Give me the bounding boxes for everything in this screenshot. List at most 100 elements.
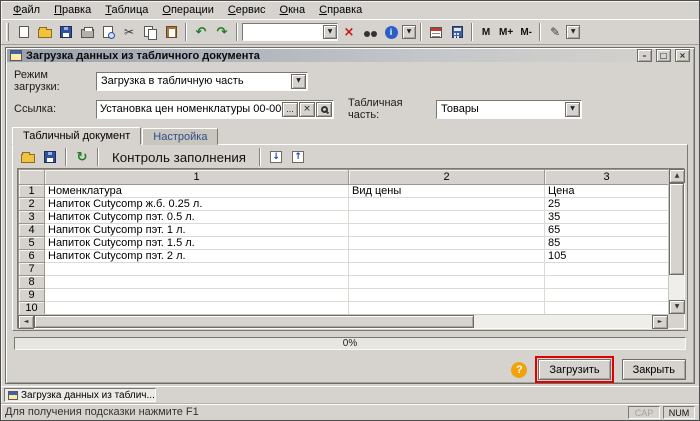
grid-cell[interactable]: 105 xyxy=(544,249,669,263)
memory-plus-button[interactable]: M+ xyxy=(496,23,516,41)
load-mode-select[interactable]: Загрузка в табличную часть ▼ xyxy=(96,71,308,91)
memory-minus-button[interactable]: M- xyxy=(517,23,535,41)
row-number[interactable]: 8 xyxy=(18,275,45,289)
row-number[interactable]: 1 xyxy=(18,184,45,198)
chevron-down-icon[interactable]: ▼ xyxy=(323,25,337,39)
paste-icon[interactable] xyxy=(161,22,181,42)
menu-edit[interactable]: Правка xyxy=(48,3,97,17)
print-icon[interactable] xyxy=(77,22,97,42)
column-header[interactable]: 2 xyxy=(348,169,545,185)
grid-cell[interactable] xyxy=(348,197,545,211)
vertical-scroll-thumb[interactable] xyxy=(669,183,684,275)
menu-service[interactable]: Сервис xyxy=(222,3,272,17)
link-open-button[interactable] xyxy=(316,101,332,117)
grid-cell[interactable] xyxy=(348,262,545,276)
horizontal-scroll-thumb[interactable] xyxy=(34,315,474,328)
info-dropdown-icon[interactable]: ▼ xyxy=(402,25,416,39)
row-number[interactable]: 2 xyxy=(18,197,45,211)
horizontal-scrollbar[interactable]: ◄ ► xyxy=(18,314,668,329)
grid-cell[interactable]: Номенклатура xyxy=(44,184,349,198)
help-icon[interactable]: ? xyxy=(511,361,528,378)
minimize-button[interactable]: – xyxy=(637,49,652,62)
grid-cell[interactable] xyxy=(544,262,669,276)
grid-cell[interactable]: Напиток Cutycomp пэт. 2 л. xyxy=(44,249,349,263)
menu-windows[interactable]: Окна xyxy=(274,3,312,17)
vertical-scrollbar[interactable]: ▲ ▼ xyxy=(668,169,685,314)
fill-control-button[interactable]: Контроль заполнения xyxy=(104,148,255,166)
grid-cell[interactable]: 25 xyxy=(544,197,669,211)
grid-cell[interactable]: 35 xyxy=(544,210,669,224)
corner-cell[interactable] xyxy=(18,169,45,185)
load-button[interactable]: Загрузить xyxy=(538,359,611,380)
vertical-scroll-track[interactable] xyxy=(669,275,684,300)
link-field[interactable]: Установка цен номенклатуры 00-00000 ... … xyxy=(96,99,334,119)
row-number[interactable]: 7 xyxy=(18,262,45,276)
info-icon[interactable]: i xyxy=(381,22,401,42)
row-number[interactable]: 4 xyxy=(18,223,45,237)
scroll-right-icon[interactable]: ► xyxy=(652,315,668,329)
column-header[interactable]: 1 xyxy=(44,169,349,185)
grid-cell[interactable] xyxy=(44,262,349,276)
row-number[interactable]: 3 xyxy=(18,210,45,224)
toolbar-more-dropdown-icon[interactable]: ▼ xyxy=(566,25,581,39)
clear-icon[interactable]: × xyxy=(339,22,359,42)
menu-table[interactable]: Таблица xyxy=(99,3,154,17)
grid-cell[interactable] xyxy=(348,275,545,289)
close-button[interactable]: Закрыть xyxy=(621,359,686,380)
grid-cell[interactable] xyxy=(44,288,349,302)
calculator-icon[interactable] xyxy=(447,22,467,42)
cut-icon[interactable]: ✂ xyxy=(119,22,139,42)
import-icon[interactable]: ↓ xyxy=(266,147,286,167)
tab-spreadsheet[interactable]: Табличный документ xyxy=(12,127,142,145)
edit-pen-icon[interactable]: ✎ xyxy=(545,22,565,42)
grid-cell[interactable] xyxy=(348,210,545,224)
menu-help[interactable]: Справка xyxy=(313,3,368,17)
link-choose-button[interactable]: ... xyxy=(282,101,298,117)
dialog-titlebar[interactable]: Загрузка данных из табличного документа … xyxy=(7,49,693,62)
grid-cell[interactable] xyxy=(44,301,349,315)
chevron-down-icon[interactable]: ▼ xyxy=(565,101,580,117)
grid-cell[interactable] xyxy=(544,275,669,289)
row-number[interactable]: 6 xyxy=(18,249,45,263)
calendar-icon[interactable] xyxy=(426,22,446,42)
save-file-icon[interactable] xyxy=(40,147,60,167)
grid-cell[interactable]: Напиток Cutycomp пэт. 1 л. xyxy=(44,223,349,237)
copy-icon[interactable] xyxy=(140,22,160,42)
grid-cell[interactable]: Напиток Cutycomp пэт. 0.5 л. xyxy=(44,210,349,224)
grid-cell[interactable] xyxy=(348,288,545,302)
grid-cell[interactable]: 65 xyxy=(544,223,669,237)
open-file-icon[interactable] xyxy=(18,147,38,167)
grid-cell[interactable]: Вид цены xyxy=(348,184,545,198)
export-icon[interactable]: ↑ xyxy=(288,147,308,167)
scroll-up-icon[interactable]: ▲ xyxy=(669,169,685,183)
taskbar-item[interactable]: Загрузка данных из таблич... xyxy=(4,388,156,402)
grid-cell[interactable] xyxy=(544,288,669,302)
tab-settings[interactable]: Настройка xyxy=(142,128,219,145)
horizontal-scroll-track[interactable] xyxy=(474,315,652,328)
grid-cell[interactable]: Напиток Cutycomp ж.б. 0.25 л. xyxy=(44,197,349,211)
grid-cell[interactable]: Напиток Cutycomp пэт. 1.5 л. xyxy=(44,236,349,250)
grid-cell[interactable] xyxy=(348,301,545,315)
memory-recall-button[interactable]: M xyxy=(477,23,495,41)
grid-cell[interactable] xyxy=(348,223,545,237)
grid-cell[interactable]: Цена xyxy=(544,184,669,198)
print-preview-icon[interactable] xyxy=(98,22,118,42)
grid-cell[interactable] xyxy=(44,275,349,289)
scroll-down-icon[interactable]: ▼ xyxy=(669,300,685,314)
redo-icon[interactable]: ↷ xyxy=(212,22,232,42)
column-header[interactable]: 3 xyxy=(544,169,669,185)
refresh-icon[interactable]: ↻ xyxy=(72,147,92,167)
grid-cell[interactable] xyxy=(544,301,669,315)
grid-cell[interactable] xyxy=(348,249,545,263)
table-part-select[interactable]: Товары ▼ xyxy=(436,99,582,119)
row-number[interactable]: 10 xyxy=(18,301,45,315)
scroll-left-icon[interactable]: ◄ xyxy=(18,315,34,329)
maximize-button[interactable]: □ xyxy=(656,49,671,62)
menu-operations[interactable]: Операции xyxy=(156,3,219,17)
close-window-button[interactable]: × xyxy=(675,49,690,62)
open-icon[interactable] xyxy=(35,22,55,42)
menu-file[interactable]: Файл xyxy=(7,3,46,17)
undo-icon[interactable]: ↶ xyxy=(191,22,211,42)
save-icon[interactable] xyxy=(56,22,76,42)
grid-cell[interactable]: 85 xyxy=(544,236,669,250)
